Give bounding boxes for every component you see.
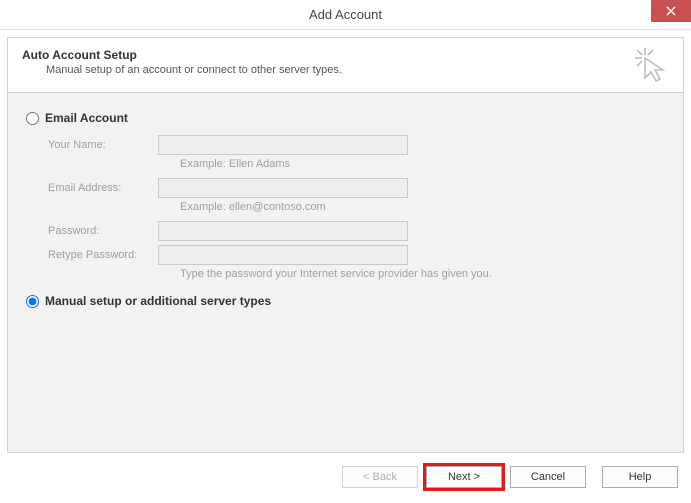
radio-email-account[interactable] xyxy=(26,112,39,125)
retype-password-label: Retype Password: xyxy=(48,249,158,261)
your-name-label: Your Name: xyxy=(48,139,158,151)
radio-manual-setup-label: Manual setup or additional server types xyxy=(45,294,271,308)
retype-password-input xyxy=(158,245,408,265)
password-label: Password: xyxy=(48,225,158,237)
wizard-body: Email Account Your Name: Example: Ellen … xyxy=(7,93,684,453)
radio-manual-setup[interactable] xyxy=(26,295,39,308)
radio-email-account-label: Email Account xyxy=(45,111,128,125)
window-title: Add Account xyxy=(309,7,382,22)
option-manual-setup[interactable]: Manual setup or additional server types xyxy=(26,294,665,308)
back-button: < Back xyxy=(342,466,418,488)
close-icon xyxy=(666,6,676,16)
help-button[interactable]: Help xyxy=(602,466,678,488)
wizard-footer: < Back Next > Cancel Help xyxy=(7,458,684,496)
email-input xyxy=(158,178,408,198)
close-button[interactable] xyxy=(651,0,691,22)
click-cursor-icon xyxy=(633,46,671,84)
email-hint: Example: ellen@contoso.com xyxy=(180,201,665,213)
cancel-button[interactable]: Cancel xyxy=(510,466,586,488)
email-account-fields: Your Name: Example: Ellen Adams Email Ad… xyxy=(48,135,665,280)
email-label: Email Address: xyxy=(48,182,158,194)
your-name-input xyxy=(158,135,408,155)
your-name-hint: Example: Ellen Adams xyxy=(180,158,665,170)
title-bar: Add Account xyxy=(0,0,691,30)
wizard-header: Auto Account Setup Manual setup of an ac… xyxy=(7,37,684,93)
header-subtitle: Manual setup of an account or connect to… xyxy=(46,64,669,76)
password-hint: Type the password your Internet service … xyxy=(180,268,665,280)
next-button[interactable]: Next > xyxy=(426,466,502,488)
header-title: Auto Account Setup xyxy=(22,48,669,62)
option-email-account[interactable]: Email Account xyxy=(26,111,665,125)
password-input xyxy=(158,221,408,241)
